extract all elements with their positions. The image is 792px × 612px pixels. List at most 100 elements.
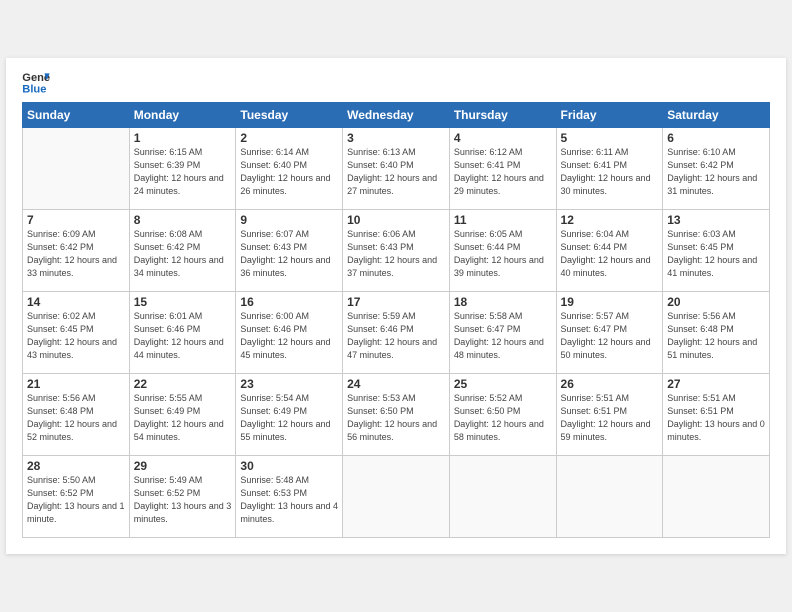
day-number: 21	[27, 377, 125, 391]
day-info: Sunrise: 5:54 AMSunset: 6:49 PMDaylight:…	[240, 392, 338, 444]
svg-text:Blue: Blue	[22, 83, 46, 94]
calendar-day-cell: 15Sunrise: 6:01 AMSunset: 6:46 PMDayligh…	[129, 292, 236, 374]
calendar-day-cell: 7Sunrise: 6:09 AMSunset: 6:42 PMDaylight…	[23, 210, 130, 292]
day-info: Sunrise: 6:04 AMSunset: 6:44 PMDaylight:…	[561, 228, 659, 280]
calendar-day-cell: 8Sunrise: 6:08 AMSunset: 6:42 PMDaylight…	[129, 210, 236, 292]
weekday-header-cell: Tuesday	[236, 103, 343, 128]
day-info: Sunrise: 6:02 AMSunset: 6:45 PMDaylight:…	[27, 310, 125, 362]
day-number: 7	[27, 213, 125, 227]
day-number: 4	[454, 131, 552, 145]
day-number: 14	[27, 295, 125, 309]
calendar-day-cell	[663, 456, 770, 538]
calendar-container: General Blue SundayMondayTuesdayWednesda…	[6, 58, 786, 554]
day-number: 11	[454, 213, 552, 227]
day-info: Sunrise: 5:56 AMSunset: 6:48 PMDaylight:…	[667, 310, 765, 362]
day-number: 15	[134, 295, 232, 309]
day-info: Sunrise: 6:13 AMSunset: 6:40 PMDaylight:…	[347, 146, 445, 198]
day-number: 1	[134, 131, 232, 145]
day-number: 26	[561, 377, 659, 391]
day-info: Sunrise: 5:50 AMSunset: 6:52 PMDaylight:…	[27, 474, 125, 526]
day-info: Sunrise: 5:51 AMSunset: 6:51 PMDaylight:…	[667, 392, 765, 444]
day-number: 13	[667, 213, 765, 227]
day-number: 16	[240, 295, 338, 309]
logo: General Blue	[22, 70, 50, 94]
day-info: Sunrise: 6:07 AMSunset: 6:43 PMDaylight:…	[240, 228, 338, 280]
calendar-day-cell: 6Sunrise: 6:10 AMSunset: 6:42 PMDaylight…	[663, 128, 770, 210]
calendar-day-cell	[449, 456, 556, 538]
day-info: Sunrise: 6:12 AMSunset: 6:41 PMDaylight:…	[454, 146, 552, 198]
calendar-day-cell: 27Sunrise: 5:51 AMSunset: 6:51 PMDayligh…	[663, 374, 770, 456]
day-number: 28	[27, 459, 125, 473]
weekday-header-cell: Sunday	[23, 103, 130, 128]
weekday-header-cell: Wednesday	[343, 103, 450, 128]
calendar-day-cell: 29Sunrise: 5:49 AMSunset: 6:52 PMDayligh…	[129, 456, 236, 538]
day-number: 2	[240, 131, 338, 145]
day-info: Sunrise: 5:51 AMSunset: 6:51 PMDaylight:…	[561, 392, 659, 444]
day-info: Sunrise: 6:06 AMSunset: 6:43 PMDaylight:…	[347, 228, 445, 280]
day-number: 18	[454, 295, 552, 309]
day-info: Sunrise: 5:48 AMSunset: 6:53 PMDaylight:…	[240, 474, 338, 526]
calendar-day-cell: 5Sunrise: 6:11 AMSunset: 6:41 PMDaylight…	[556, 128, 663, 210]
day-number: 19	[561, 295, 659, 309]
calendar-day-cell: 4Sunrise: 6:12 AMSunset: 6:41 PMDaylight…	[449, 128, 556, 210]
calendar-day-cell: 10Sunrise: 6:06 AMSunset: 6:43 PMDayligh…	[343, 210, 450, 292]
calendar-day-cell: 30Sunrise: 5:48 AMSunset: 6:53 PMDayligh…	[236, 456, 343, 538]
calendar-day-cell: 18Sunrise: 5:58 AMSunset: 6:47 PMDayligh…	[449, 292, 556, 374]
day-info: Sunrise: 6:00 AMSunset: 6:46 PMDaylight:…	[240, 310, 338, 362]
day-number: 5	[561, 131, 659, 145]
calendar-week-row: 1Sunrise: 6:15 AMSunset: 6:39 PMDaylight…	[23, 128, 770, 210]
day-number: 27	[667, 377, 765, 391]
calendar-day-cell: 28Sunrise: 5:50 AMSunset: 6:52 PMDayligh…	[23, 456, 130, 538]
day-number: 22	[134, 377, 232, 391]
day-number: 3	[347, 131, 445, 145]
calendar-day-cell: 2Sunrise: 6:14 AMSunset: 6:40 PMDaylight…	[236, 128, 343, 210]
day-info: Sunrise: 6:05 AMSunset: 6:44 PMDaylight:…	[454, 228, 552, 280]
day-info: Sunrise: 5:52 AMSunset: 6:50 PMDaylight:…	[454, 392, 552, 444]
header-row: General Blue	[22, 70, 770, 94]
weekday-header-cell: Saturday	[663, 103, 770, 128]
calendar-day-cell: 16Sunrise: 6:00 AMSunset: 6:46 PMDayligh…	[236, 292, 343, 374]
calendar-day-cell: 21Sunrise: 5:56 AMSunset: 6:48 PMDayligh…	[23, 374, 130, 456]
day-number: 30	[240, 459, 338, 473]
calendar-day-cell	[23, 128, 130, 210]
day-info: Sunrise: 6:01 AMSunset: 6:46 PMDaylight:…	[134, 310, 232, 362]
calendar-day-cell: 14Sunrise: 6:02 AMSunset: 6:45 PMDayligh…	[23, 292, 130, 374]
day-number: 20	[667, 295, 765, 309]
weekday-header-cell: Friday	[556, 103, 663, 128]
weekday-header-cell: Monday	[129, 103, 236, 128]
calendar-day-cell: 25Sunrise: 5:52 AMSunset: 6:50 PMDayligh…	[449, 374, 556, 456]
day-info: Sunrise: 6:14 AMSunset: 6:40 PMDaylight:…	[240, 146, 338, 198]
day-info: Sunrise: 6:03 AMSunset: 6:45 PMDaylight:…	[667, 228, 765, 280]
day-number: 6	[667, 131, 765, 145]
calendar-week-row: 28Sunrise: 5:50 AMSunset: 6:52 PMDayligh…	[23, 456, 770, 538]
day-info: Sunrise: 6:15 AMSunset: 6:39 PMDaylight:…	[134, 146, 232, 198]
calendar-day-cell	[343, 456, 450, 538]
calendar-day-cell: 1Sunrise: 6:15 AMSunset: 6:39 PMDaylight…	[129, 128, 236, 210]
logo-icon: General Blue	[22, 70, 50, 94]
day-info: Sunrise: 5:56 AMSunset: 6:48 PMDaylight:…	[27, 392, 125, 444]
day-number: 24	[347, 377, 445, 391]
calendar-day-cell: 9Sunrise: 6:07 AMSunset: 6:43 PMDaylight…	[236, 210, 343, 292]
weekday-header-cell: Thursday	[449, 103, 556, 128]
calendar-day-cell: 3Sunrise: 6:13 AMSunset: 6:40 PMDaylight…	[343, 128, 450, 210]
day-info: Sunrise: 6:08 AMSunset: 6:42 PMDaylight:…	[134, 228, 232, 280]
weekday-header-row: SundayMondayTuesdayWednesdayThursdayFrid…	[23, 103, 770, 128]
day-info: Sunrise: 5:53 AMSunset: 6:50 PMDaylight:…	[347, 392, 445, 444]
day-number: 29	[134, 459, 232, 473]
day-number: 9	[240, 213, 338, 227]
calendar-day-cell: 22Sunrise: 5:55 AMSunset: 6:49 PMDayligh…	[129, 374, 236, 456]
day-number: 17	[347, 295, 445, 309]
calendar-week-row: 14Sunrise: 6:02 AMSunset: 6:45 PMDayligh…	[23, 292, 770, 374]
day-number: 12	[561, 213, 659, 227]
calendar-day-cell: 12Sunrise: 6:04 AMSunset: 6:44 PMDayligh…	[556, 210, 663, 292]
day-info: Sunrise: 5:57 AMSunset: 6:47 PMDaylight:…	[561, 310, 659, 362]
calendar-week-row: 21Sunrise: 5:56 AMSunset: 6:48 PMDayligh…	[23, 374, 770, 456]
day-info: Sunrise: 5:55 AMSunset: 6:49 PMDaylight:…	[134, 392, 232, 444]
calendar-day-cell: 11Sunrise: 6:05 AMSunset: 6:44 PMDayligh…	[449, 210, 556, 292]
day-info: Sunrise: 5:58 AMSunset: 6:47 PMDaylight:…	[454, 310, 552, 362]
day-info: Sunrise: 6:11 AMSunset: 6:41 PMDaylight:…	[561, 146, 659, 198]
calendar-body: 1Sunrise: 6:15 AMSunset: 6:39 PMDaylight…	[23, 128, 770, 538]
day-number: 10	[347, 213, 445, 227]
day-info: Sunrise: 5:49 AMSunset: 6:52 PMDaylight:…	[134, 474, 232, 526]
calendar-day-cell: 26Sunrise: 5:51 AMSunset: 6:51 PMDayligh…	[556, 374, 663, 456]
